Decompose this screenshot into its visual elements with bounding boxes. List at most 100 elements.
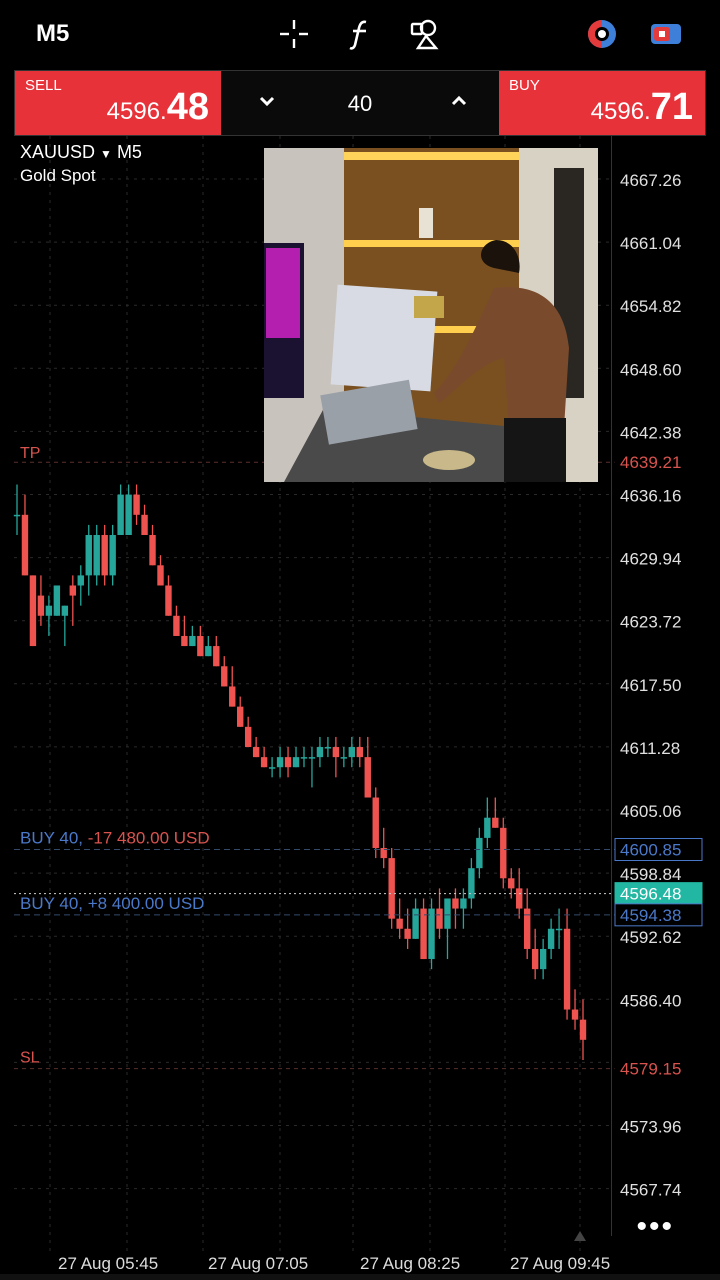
candle-bearish xyxy=(237,706,244,727)
candle-bearish xyxy=(332,747,340,758)
price-scale-label: 4623.72 xyxy=(620,613,681,632)
sell-price: 4596.48 xyxy=(106,86,209,128)
candle-bullish xyxy=(316,747,324,758)
order-price-tag: 4600.85 xyxy=(620,841,681,860)
candle-bullish xyxy=(45,605,53,616)
candle-bearish xyxy=(531,948,539,970)
candle-bullish xyxy=(348,747,356,758)
price-scale-label: 4605.06 xyxy=(620,802,681,821)
chevron-up-icon[interactable] xyxy=(451,95,467,107)
candle-bullish xyxy=(205,646,212,657)
sell-button[interactable]: SELL 4596.48 xyxy=(15,71,221,135)
candle-bullish xyxy=(117,494,124,536)
candle-bullish xyxy=(444,898,451,929)
candle-bearish xyxy=(213,646,220,667)
candle-bullish xyxy=(428,908,435,960)
candle-bullish xyxy=(340,757,348,759)
time-label: 27 Aug 05:45 xyxy=(58,1254,159,1273)
candle-bullish xyxy=(484,817,491,838)
indicators-icon[interactable] xyxy=(342,16,378,52)
symbol-header[interactable]: XAUUSD ▼ M5 xyxy=(20,142,142,163)
candle-bearish xyxy=(197,635,204,657)
candle-bearish xyxy=(364,757,371,798)
time-label: 27 Aug 08:25 xyxy=(360,1254,461,1273)
price-scale-label: 4629.94 xyxy=(620,550,681,569)
candle-bullish xyxy=(93,535,100,576)
time-label: 27 Aug 07:05 xyxy=(208,1254,309,1273)
symbol-description: Gold Spot xyxy=(20,166,96,185)
candle-bearish xyxy=(37,595,45,616)
candle-bullish xyxy=(61,605,69,616)
more-options-icon[interactable]: ••• xyxy=(636,1210,674,1244)
candle-bearish xyxy=(173,615,180,636)
price-scale-label: 4642.38 xyxy=(620,423,681,442)
price-scale-label: 4667.26 xyxy=(620,171,681,190)
price-scale-label: 4567.74 xyxy=(620,1181,681,1200)
candle-bearish xyxy=(452,898,459,909)
trade-status-icon[interactable] xyxy=(584,16,620,52)
candle-bearish xyxy=(284,757,292,768)
candle-bearish xyxy=(229,686,236,707)
candle-bullish xyxy=(276,757,284,768)
candle-bullish xyxy=(412,908,419,939)
crosshair-icon[interactable] xyxy=(276,16,312,52)
candle-bullish xyxy=(268,767,276,769)
candle-bearish xyxy=(388,858,395,919)
candle-bullish xyxy=(125,494,132,536)
candle-bearish xyxy=(252,747,260,758)
timeframe-button[interactable]: M5 xyxy=(36,20,69,48)
candle-bearish xyxy=(165,585,172,616)
candle-bullish xyxy=(300,757,308,759)
price-axis-divider xyxy=(611,136,612,1236)
candle-bullish xyxy=(77,575,84,586)
candle-bullish xyxy=(13,514,21,517)
price-scale-label: 4636.16 xyxy=(620,487,681,506)
candle-bullish xyxy=(324,747,332,749)
candle-bullish xyxy=(476,837,483,869)
tp-label: TP xyxy=(20,445,40,462)
candle-bullish xyxy=(308,757,316,759)
symbol-timeframe: M5 xyxy=(116,142,142,162)
toggle-icon[interactable] xyxy=(648,16,684,52)
buy-price: 4596.71 xyxy=(590,86,693,128)
price-scale-label: 4573.96 xyxy=(620,1118,681,1137)
candle-bullish xyxy=(539,948,547,970)
one-click-trade-panel: SELL 4596.48 40 BUY 4596.71 xyxy=(14,70,706,136)
price-scale-label: 4598.84 xyxy=(620,865,681,884)
candle-bearish xyxy=(436,908,443,929)
candle-bullish xyxy=(555,928,563,931)
order-price-tag: 4594.38 xyxy=(620,906,681,925)
home-indicator xyxy=(0,1274,720,1280)
candle-bearish xyxy=(492,817,499,828)
candle-bearish xyxy=(221,666,228,687)
lot-selector: 40 xyxy=(221,71,499,135)
symbol-name: XAUUSD xyxy=(20,142,96,162)
order-label: BUY 40, -17 480.00 USD xyxy=(20,829,210,848)
candle-bearish xyxy=(157,565,164,586)
candle-bearish xyxy=(149,535,156,566)
candle-bearish xyxy=(508,878,515,889)
video-overlay-image xyxy=(264,148,598,482)
candle-bearish xyxy=(500,827,507,879)
objects-icon[interactable] xyxy=(408,16,444,52)
tp-price-tag: 4639.21 xyxy=(620,453,681,472)
order-label: BUY 40, +8 400.00 USD xyxy=(20,894,204,913)
candle-bearish xyxy=(571,1009,579,1020)
price-scale-label: 4586.40 xyxy=(620,991,681,1010)
time-label: 27 Aug 09:45 xyxy=(510,1254,611,1273)
candle-bullish xyxy=(460,898,467,909)
candle-bearish xyxy=(420,908,427,960)
candle-bearish xyxy=(356,747,363,758)
price-scale-label: 4617.50 xyxy=(620,676,681,695)
candle-bearish xyxy=(181,635,188,647)
current-price-tag: 4596.48 xyxy=(620,885,681,904)
candle-bullish xyxy=(547,928,555,949)
buy-button[interactable]: BUY 4596.71 xyxy=(499,71,705,135)
candle-bullish xyxy=(292,757,300,768)
candle-bearish xyxy=(69,585,77,596)
candle-bearish xyxy=(133,494,140,515)
candle-bullish xyxy=(85,535,92,576)
price-scale-label: 4661.04 xyxy=(620,234,681,253)
price-scale-label: 4648.60 xyxy=(620,360,681,379)
price-scale-label: 4654.82 xyxy=(620,297,681,316)
